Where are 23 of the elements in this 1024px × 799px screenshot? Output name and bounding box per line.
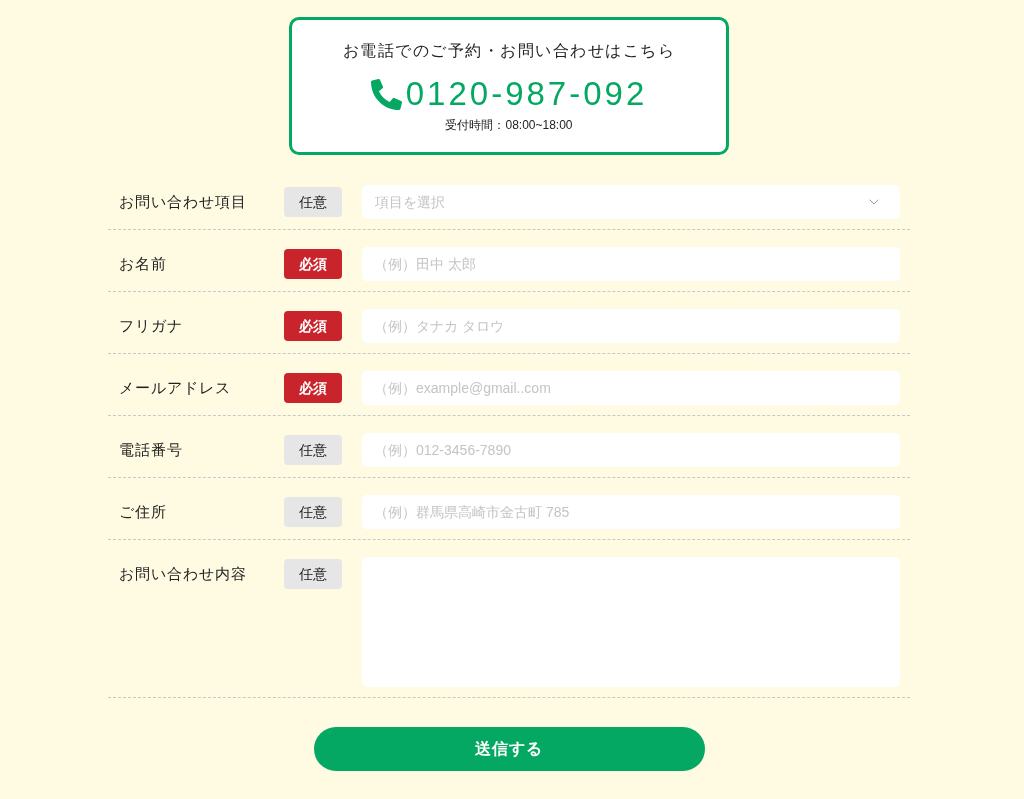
field-label: ご住所 bbox=[119, 501, 167, 522]
field-label: お名前 bbox=[119, 253, 167, 274]
required-badge: 必須 bbox=[284, 249, 342, 279]
submit-button[interactable]: 送信する bbox=[313, 727, 705, 771]
business-hours: 受付時間：08:00~18:00 bbox=[445, 117, 573, 134]
optional-badge: 任意 bbox=[284, 497, 342, 527]
optional-badge: 任意 bbox=[284, 559, 342, 589]
field-label: お問い合わせ内容 bbox=[119, 563, 247, 584]
phone-number: 0120-987-092 bbox=[405, 74, 648, 114]
contact-heading: お電話でのご予約・お問い合わせはこちら bbox=[342, 41, 676, 61]
textarea-field[interactable] bbox=[362, 557, 900, 687]
input-field[interactable]: （例）田中 太郎 bbox=[362, 247, 900, 281]
input-field[interactable]: （例）012-3456-7890 bbox=[362, 433, 900, 467]
phone-icon bbox=[370, 78, 402, 110]
required-badge: 必須 bbox=[284, 373, 342, 403]
optional-badge: 任意 bbox=[284, 435, 342, 465]
field-label: フリガナ bbox=[119, 315, 183, 336]
field-label: お問い合わせ項目 bbox=[119, 191, 247, 212]
field-label: 電話番号 bbox=[119, 439, 183, 460]
optional-badge: 任意 bbox=[284, 187, 342, 217]
required-badge: 必須 bbox=[284, 311, 342, 341]
field-label: メールアドレス bbox=[119, 377, 231, 398]
input-field[interactable]: （例）example@gmail..com bbox=[362, 371, 900, 405]
